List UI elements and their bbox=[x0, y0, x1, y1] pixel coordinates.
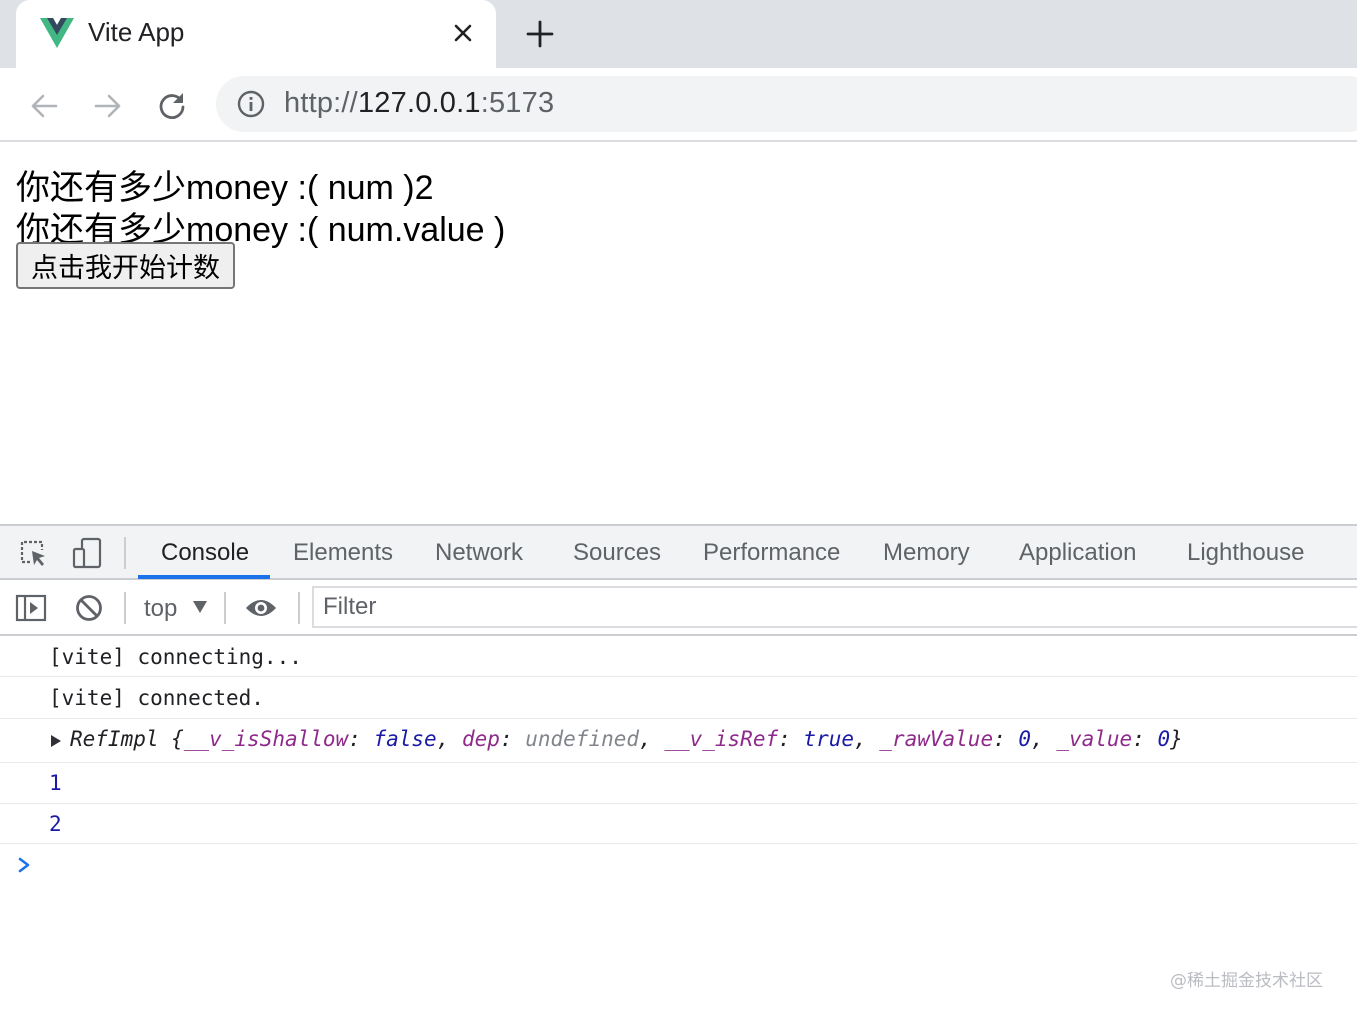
url-scheme: http:// bbox=[284, 87, 358, 119]
toolbar-divider bbox=[124, 592, 126, 624]
tab-console[interactable]: Console bbox=[161, 539, 249, 567]
new-tab-button[interactable] bbox=[522, 16, 558, 52]
arrow-left-icon bbox=[31, 94, 58, 118]
context-selector[interactable]: top bbox=[144, 595, 177, 623]
console-toolbar: top bbox=[0, 580, 1357, 636]
message-text: [vite] connected. bbox=[49, 686, 264, 710]
sidebar-toggle-icon bbox=[15, 594, 47, 622]
console-filter[interactable] bbox=[312, 586, 1357, 628]
device-toolbar-button[interactable] bbox=[70, 536, 104, 570]
reload-button[interactable] bbox=[152, 86, 192, 126]
back-button[interactable] bbox=[24, 86, 64, 126]
close-icon bbox=[454, 24, 472, 42]
show-sidebar-button[interactable] bbox=[14, 591, 48, 625]
address-bar[interactable]: http://127.0.0.1:5173 bbox=[216, 76, 1357, 132]
toolbar-divider bbox=[298, 592, 300, 624]
console-message: 1 bbox=[0, 763, 1357, 804]
vue-logo-icon bbox=[40, 18, 74, 48]
tab-application[interactable]: Application bbox=[1019, 539, 1136, 567]
tab-lighthouse[interactable]: Lighthouse bbox=[1187, 539, 1304, 567]
info-icon[interactable] bbox=[236, 89, 266, 119]
devtools-tab-bar: Console Elements Network Sources Perform… bbox=[0, 526, 1357, 580]
caret-down-icon[interactable] bbox=[192, 600, 208, 614]
active-tab-indicator bbox=[138, 575, 270, 579]
eye-icon bbox=[246, 600, 276, 616]
devtools-panel: Console Elements Network Sources Perform… bbox=[0, 524, 1357, 1014]
toolbar-divider bbox=[124, 537, 126, 569]
object-preview[interactable]: RefImpl {__v_isShallow: false, dep: unde… bbox=[70, 727, 1183, 751]
console-prompt-icon[interactable] bbox=[16, 856, 32, 874]
start-count-button[interactable]: 点击我开始计数 bbox=[16, 242, 235, 289]
console-message: [vite] connecting... bbox=[0, 636, 1357, 677]
tab-performance[interactable]: Performance bbox=[703, 539, 840, 567]
url-text[interactable]: http://127.0.0.1:5173 bbox=[284, 87, 554, 120]
tab-close-button[interactable] bbox=[448, 18, 478, 48]
message-text: [vite] connecting... bbox=[49, 645, 302, 669]
reload-icon bbox=[159, 93, 185, 119]
page-viewport: 你还有多少money :( num )2 你还有多少money :( num.v… bbox=[0, 142, 1357, 524]
url-port: :5173 bbox=[480, 87, 555, 119]
plus-icon bbox=[526, 20, 554, 48]
tab-network[interactable]: Network bbox=[435, 539, 523, 567]
live-expression-button[interactable] bbox=[244, 591, 278, 625]
filter-input[interactable] bbox=[314, 588, 1357, 626]
tab-memory[interactable]: Memory bbox=[883, 539, 970, 567]
tab-sources[interactable]: Sources bbox=[573, 539, 661, 567]
number-value: 2 bbox=[49, 812, 62, 836]
tab-strip: Vite App bbox=[0, 0, 1357, 68]
console-message: 2 bbox=[0, 804, 1357, 844]
forward-button[interactable] bbox=[88, 86, 128, 126]
cursor-select-icon bbox=[20, 540, 45, 566]
block-icon bbox=[76, 595, 102, 621]
toolbar-divider bbox=[224, 592, 226, 624]
device-icon bbox=[72, 537, 102, 569]
watermark: @稀土掘金技术社区 bbox=[1170, 971, 1323, 991]
tab-title: Vite App bbox=[88, 17, 185, 47]
expand-triangle-icon[interactable] bbox=[50, 734, 62, 748]
console-message[interactable]: RefImpl {__v_isShallow: false, dep: unde… bbox=[0, 719, 1357, 763]
clear-console-button[interactable] bbox=[72, 591, 106, 625]
browser-tab-active[interactable]: Vite App bbox=[16, 0, 496, 68]
browser-toolbar: http://127.0.0.1:5173 bbox=[0, 68, 1357, 142]
console-message: [vite] connected. bbox=[0, 677, 1357, 719]
arrow-right-icon bbox=[94, 94, 121, 118]
console-messages: [vite] connecting... [vite] connected. R… bbox=[0, 636, 1357, 844]
tab-elements[interactable]: Elements bbox=[293, 539, 393, 567]
number-value: 1 bbox=[49, 771, 62, 795]
url-host: 127.0.0.1 bbox=[357, 87, 481, 119]
inspect-element-button[interactable] bbox=[16, 536, 50, 570]
